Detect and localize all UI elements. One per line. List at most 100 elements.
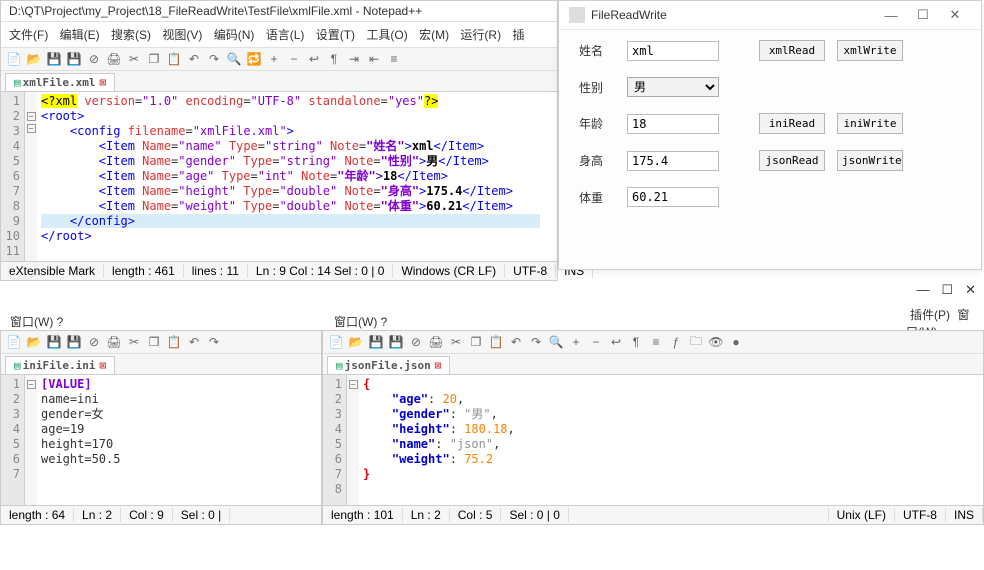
tab-jsonfile[interactable]: ▤jsonFile.json⊠ (327, 356, 450, 374)
bg-minimize-icon[interactable]: — (916, 282, 929, 298)
notepad-main-window: D:\QT\Project\my_Project\18_FileReadWrit… (0, 0, 558, 281)
folder-icon[interactable]: 🗀 (687, 333, 705, 351)
maximize-icon[interactable]: ☐ (907, 7, 939, 23)
xmlwrite-button[interactable]: xmlWrite (837, 40, 903, 61)
print-icon[interactable]: 🖨 (105, 50, 123, 68)
cut-icon[interactable]: ✂ (125, 333, 143, 351)
menu-search[interactable]: 搜索(S) (107, 24, 155, 45)
iniwrite-button[interactable]: iniWrite (837, 113, 903, 134)
xml-editor[interactable]: 1234567891011 −− <?xml version="1.0" enc… (1, 92, 557, 261)
zoom-out-icon[interactable]: − (587, 333, 605, 351)
print-icon[interactable]: 🖨 (427, 333, 445, 351)
minimize-icon[interactable]: — (875, 8, 907, 23)
open-icon[interactable]: 📂 (25, 50, 43, 68)
label-height: 身高 (579, 152, 627, 169)
left-window-menu[interactable]: 窗口(W) ? (4, 311, 69, 332)
menu-settings[interactable]: 设置(T) (312, 24, 359, 45)
paste-icon[interactable]: 📋 (165, 50, 183, 68)
tab-close-icon[interactable]: ⊠ (435, 359, 442, 372)
input-age[interactable] (627, 114, 719, 134)
list-icon[interactable]: ≡ (647, 333, 665, 351)
input-weight[interactable] (627, 187, 719, 207)
redo-icon[interactable]: ↷ (205, 333, 223, 351)
close-icon[interactable]: ✕ (939, 7, 971, 23)
redo-icon[interactable]: ↷ (527, 333, 545, 351)
xml-code[interactable]: <?xml version="1.0" encoding="UTF-8" sta… (37, 92, 557, 261)
close-icon[interactable]: ⊘ (85, 333, 103, 351)
menu-plugins[interactable]: 插 (508, 24, 528, 45)
menu-file[interactable]: 文件(F) (5, 24, 52, 45)
wrap-icon[interactable]: ↩ (607, 333, 625, 351)
undo-icon[interactable]: ↶ (185, 50, 203, 68)
input-name[interactable] (627, 41, 719, 61)
save-icon[interactable]: 💾 (45, 333, 63, 351)
saveall-icon[interactable]: 💾 (65, 50, 83, 68)
new-icon[interactable]: 📄 (5, 333, 23, 351)
undo-icon[interactable]: ↶ (507, 333, 525, 351)
menu-macro[interactable]: 宏(M) (415, 24, 453, 45)
menu-edit[interactable]: 编辑(E) (56, 24, 104, 45)
input-height[interactable] (627, 151, 719, 171)
copy-icon[interactable]: ❐ (145, 50, 163, 68)
record-icon[interactable]: ● (727, 333, 745, 351)
paste-icon[interactable]: 📋 (487, 333, 505, 351)
ini-editor[interactable]: 1234567 − [VALUE] name=ini gender=女 age=… (1, 375, 321, 505)
menu-tools[interactable]: 工具(O) (362, 24, 411, 45)
find-icon[interactable]: 🔍 (225, 50, 243, 68)
chars-icon[interactable]: ¶ (627, 333, 645, 351)
find-icon[interactable]: 🔍 (547, 333, 565, 351)
zoom-in-icon[interactable]: + (567, 333, 585, 351)
save-icon[interactable]: 💾 (45, 50, 63, 68)
select-gender[interactable]: 男 (627, 77, 719, 97)
open-icon[interactable]: 📂 (25, 333, 43, 351)
json-code[interactable]: { "age": 20, "gender": "男", "height": 18… (359, 375, 983, 505)
wrap-icon[interactable]: ↩ (305, 50, 323, 68)
xmlread-button[interactable]: xmlRead (759, 40, 825, 61)
copy-icon[interactable]: ❐ (467, 333, 485, 351)
menu-language[interactable]: 语言(L) (262, 24, 309, 45)
jsonread-button[interactable]: jsonRead (759, 150, 825, 171)
chars-icon[interactable]: ¶ (325, 50, 343, 68)
menu-encoding[interactable]: 编码(N) (210, 24, 259, 45)
cut-icon[interactable]: ✂ (125, 50, 143, 68)
copy-icon[interactable]: ❐ (145, 333, 163, 351)
undo-icon[interactable]: ↶ (185, 333, 203, 351)
tab-inifile[interactable]: ▤iniFile.ini⊠ (5, 356, 115, 374)
bg-close-icon[interactable]: ✕ (965, 282, 976, 298)
zoom-out-icon[interactable]: − (285, 50, 303, 68)
open-icon[interactable]: 📂 (347, 333, 365, 351)
menu-run[interactable]: 运行(R) (456, 24, 505, 45)
bg-maximize-icon[interactable]: ☐ (941, 282, 953, 298)
redo-icon[interactable]: ↷ (205, 50, 223, 68)
tab-close-icon[interactable]: ⊠ (99, 76, 106, 89)
cut-icon[interactable]: ✂ (447, 333, 465, 351)
new-icon[interactable]: 📄 (5, 50, 23, 68)
fold-column[interactable]: −− (25, 92, 37, 261)
paste-icon[interactable]: 📋 (165, 333, 183, 351)
iniread-button[interactable]: iniRead (759, 113, 825, 134)
tab-xmlfile[interactable]: ▤xmlFile.xml⊠ (5, 73, 115, 91)
outdent-icon[interactable]: ⇤ (365, 50, 383, 68)
json-editor[interactable]: 12345678 − { "age": 20, "gender": "男", "… (323, 375, 983, 505)
print-icon[interactable]: 🖨 (105, 333, 123, 351)
right-window-menu[interactable]: 窗口(W) ? (328, 311, 393, 332)
ini-code[interactable]: [VALUE] name=ini gender=女 age=19 height=… (37, 375, 321, 505)
monitor-icon[interactable]: 👁 (707, 333, 725, 351)
new-icon[interactable]: 📄 (327, 333, 345, 351)
json-status-eol: Unix (LF) (829, 508, 895, 522)
saveall-icon[interactable]: 💾 (65, 333, 83, 351)
menu-view[interactable]: 视图(V) (158, 24, 206, 45)
save-icon[interactable]: 💾 (367, 333, 385, 351)
indent-icon[interactable]: ⇥ (345, 50, 363, 68)
replace-icon[interactable]: 🔁 (245, 50, 263, 68)
bg-menu-plugins[interactable]: 插件(P) (910, 308, 950, 322)
zoom-in-icon[interactable]: + (265, 50, 283, 68)
tab-close-icon[interactable]: ⊠ (99, 359, 106, 372)
funcs-icon[interactable]: ƒ (667, 333, 685, 351)
list-icon[interactable]: ≡ (385, 50, 403, 68)
saveall-icon[interactable]: 💾 (387, 333, 405, 351)
close-icon[interactable]: ⊘ (85, 50, 103, 68)
ini-status-length: length : 64 (1, 508, 74, 522)
close-icon[interactable]: ⊘ (407, 333, 425, 351)
jsonwrite-button[interactable]: jsonWrite (837, 150, 903, 171)
